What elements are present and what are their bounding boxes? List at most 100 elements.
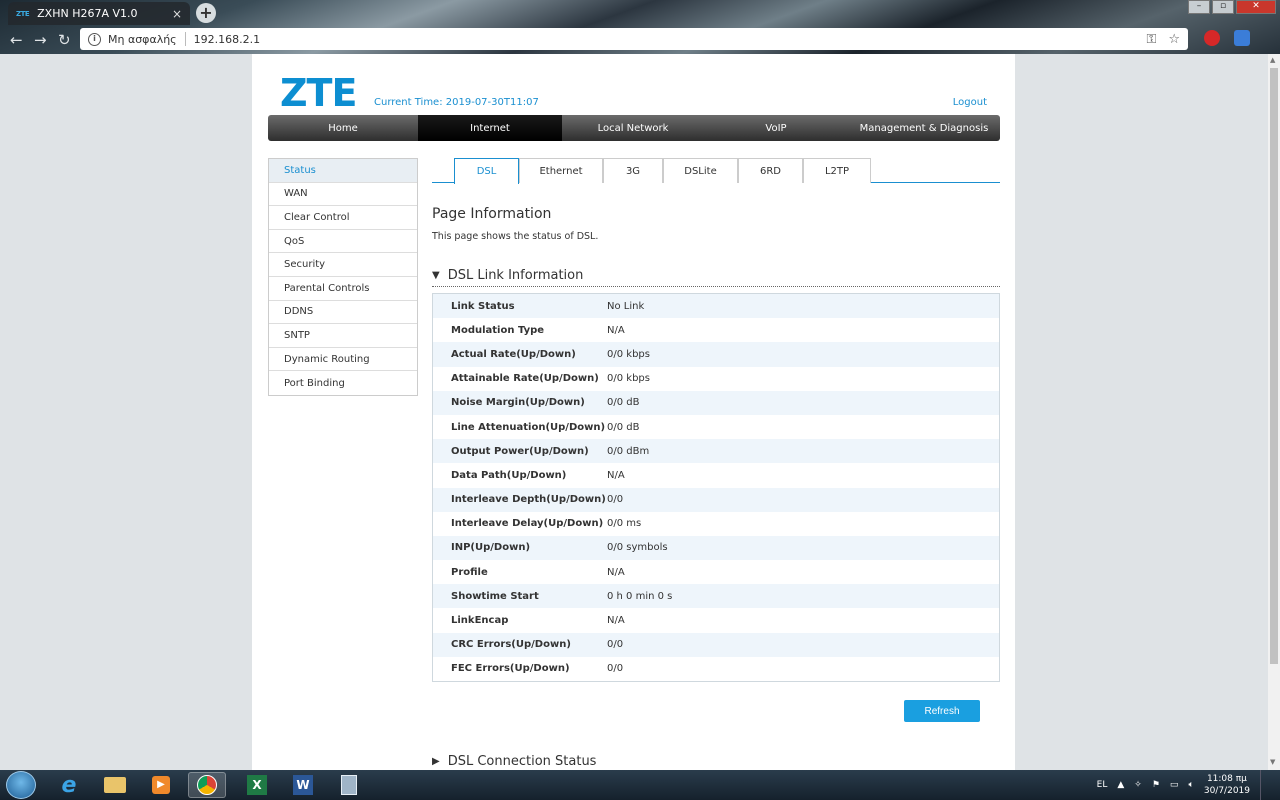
extension-icons (1204, 30, 1250, 46)
tab-3g[interactable]: 3G (603, 158, 663, 183)
sidebar-item-status[interactable]: Status (269, 159, 417, 183)
action-center-flag-icon[interactable]: ⚑ (1152, 780, 1160, 790)
forward-icon[interactable]: → (34, 31, 47, 49)
row-label: Noise Margin(Up/Down) (451, 397, 585, 409)
close-window-icon[interactable]: ✕ (1236, 0, 1276, 14)
row-label: Showtime Start (451, 590, 539, 602)
new-tab-button[interactable]: + (196, 3, 216, 23)
back-icon[interactable]: ← (10, 31, 23, 49)
clock-date: 30/7/2019 (1203, 786, 1250, 796)
row-value: 0/0 dB (607, 421, 640, 433)
tab-6rd[interactable]: 6RD (738, 158, 803, 183)
row-label: Link Status (451, 300, 515, 312)
show-desktop-button[interactable] (1260, 770, 1268, 800)
info-icon[interactable]: i (88, 32, 101, 46)
nav-home[interactable]: Home (268, 115, 418, 141)
scroll-up-icon[interactable]: ▲ (1270, 56, 1275, 64)
network-icon[interactable]: ▭ (1170, 780, 1179, 790)
table-row: CRC Errors(Up/Down) 0/0 (433, 632, 999, 657)
scroll-thumb[interactable] (1270, 68, 1278, 664)
table-row: Attainable Rate(Up/Down) 0/0 kbps (433, 366, 999, 391)
row-value: N/A (607, 469, 625, 481)
media-player-icon[interactable]: ▶ (142, 772, 180, 798)
row-label: FEC Errors(Up/Down) (451, 663, 570, 675)
clock-time: 11:08 πμ (1206, 774, 1247, 784)
row-value: 0/0 symbols (607, 542, 668, 554)
chrome-icon[interactable] (188, 772, 226, 798)
table-row: Link Status No Link (433, 294, 999, 319)
expand-triangle-icon: ▶ (432, 756, 440, 767)
tab-l2tp[interactable]: L2TP (803, 158, 871, 183)
ie-icon[interactable]: e (50, 772, 88, 798)
table-row: Showtime Start 0 h 0 min 0 s (433, 584, 999, 609)
url-text[interactable]: 192.168.2.1 (194, 33, 260, 46)
row-value: 0/0 (607, 663, 624, 675)
sidebar-item-clear-control[interactable]: Clear Control (269, 206, 417, 230)
row-label: Attainable Rate(Up/Down) (451, 373, 599, 385)
sidebar-item-dynamic-routing[interactable]: Dynamic Routing (269, 348, 417, 372)
row-value: N/A (607, 324, 625, 336)
page-scrollbar[interactable]: ▲ ▼ (1268, 54, 1280, 770)
row-value: 0/0 dBm (607, 445, 650, 457)
logout-link[interactable]: Logout (953, 97, 987, 108)
browser-tab[interactable]: ZTE ZXHN H267A V1.0 × (8, 2, 190, 25)
scroll-down-icon[interactable]: ▼ (1270, 758, 1275, 766)
refresh-button[interactable]: Refresh (904, 700, 980, 722)
tab-dsl[interactable]: DSL (454, 158, 519, 184)
dropbox-icon[interactable]: ✧ (1134, 780, 1142, 790)
omnibox-actions: ⚿ ☆ (1146, 32, 1180, 47)
excel-icon[interactable]: X (238, 772, 276, 798)
word-icon[interactable]: W (284, 772, 322, 798)
star-icon[interactable]: ☆ (1168, 32, 1180, 47)
maximize-icon[interactable]: ▫ (1212, 0, 1234, 14)
current-time: Current Time: 2019-07-30T11:07 (374, 97, 539, 108)
nav-internet[interactable]: Internet (418, 115, 562, 141)
tab-title: ZXHN H267A V1.0 (37, 7, 138, 20)
extension-blue-icon[interactable] (1234, 30, 1250, 46)
table-row: Actual Rate(Up/Down) 0/0 kbps (433, 342, 999, 367)
extension-red-icon[interactable] (1204, 30, 1220, 46)
language-indicator[interactable]: EL (1097, 780, 1108, 790)
main-navigation: Home Internet Local Network VoIP Managem… (268, 115, 1000, 141)
clock[interactable]: 11:08 πμ 30/7/2019 (1204, 773, 1250, 797)
tab-dslite[interactable]: DSLite (663, 158, 738, 183)
close-tab-icon[interactable]: × (172, 7, 182, 21)
row-label: Interleave Depth(Up/Down) (451, 494, 606, 506)
row-label: Actual Rate(Up/Down) (451, 348, 576, 360)
table-row: LinkEncap N/A (433, 608, 999, 633)
sidebar-item-wan[interactable]: WAN (269, 183, 417, 207)
row-label: INP(Up/Down) (451, 542, 531, 554)
collapse-triangle-icon: ▼ (432, 269, 440, 281)
section-title: DSL Link Information (447, 267, 584, 283)
sidebar-item-sntp[interactable]: SNTP (269, 324, 417, 348)
address-bar[interactable]: i Μη ασφαλής 192.168.2.1 ⚿ ☆ (80, 28, 1188, 50)
row-value: 0/0 (607, 494, 624, 506)
nav-voip[interactable]: VoIP (704, 115, 848, 141)
tray-expand-icon[interactable]: ▲ (1117, 780, 1124, 790)
row-label: Line Attenuation(Up/Down) (451, 421, 606, 433)
row-value: N/A (607, 615, 625, 627)
sidebar-item-parental-controls[interactable]: Parental Controls (269, 277, 417, 301)
sidebar-item-port-binding[interactable]: Port Binding (269, 371, 417, 395)
tab-ethernet[interactable]: Ethernet (519, 158, 603, 183)
volume-icon[interactable]: 🔈︎ (1188, 780, 1193, 790)
start-button-icon[interactable] (6, 771, 36, 799)
row-value: N/A (607, 566, 625, 578)
explorer-icon[interactable] (96, 772, 134, 798)
dsl-link-information-header[interactable]: ▼ DSL Link Information (432, 264, 1000, 287)
dsl-connection-status-header[interactable]: ▶ DSL Connection Status (432, 754, 1000, 769)
sidebar-item-security[interactable]: Security (269, 253, 417, 277)
table-row: Interleave Delay(Up/Down) 0/0 ms (433, 511, 999, 536)
nav-management-diagnosis[interactable]: Management & Diagnosis (848, 115, 1000, 141)
calculator-icon[interactable] (330, 772, 368, 798)
nav-local-network[interactable]: Local Network (562, 115, 704, 141)
table-row: Profile N/A (433, 560, 999, 585)
row-value: 0 h 0 min 0 s (607, 590, 673, 602)
reload-icon[interactable]: ↻ (58, 31, 71, 49)
minimize-icon[interactable]: – (1188, 0, 1210, 14)
taskbar: e ▶ X W EL ▲ ✧ ⚑ ▭ 🔈︎ 11:08 πμ 30/7/2019 (0, 770, 1280, 800)
sidebar-item-qos[interactable]: QoS (269, 230, 417, 254)
row-label: Profile (451, 566, 488, 578)
sidebar-item-ddns[interactable]: DDNS (269, 301, 417, 325)
key-icon[interactable]: ⚿ (1146, 32, 1156, 47)
